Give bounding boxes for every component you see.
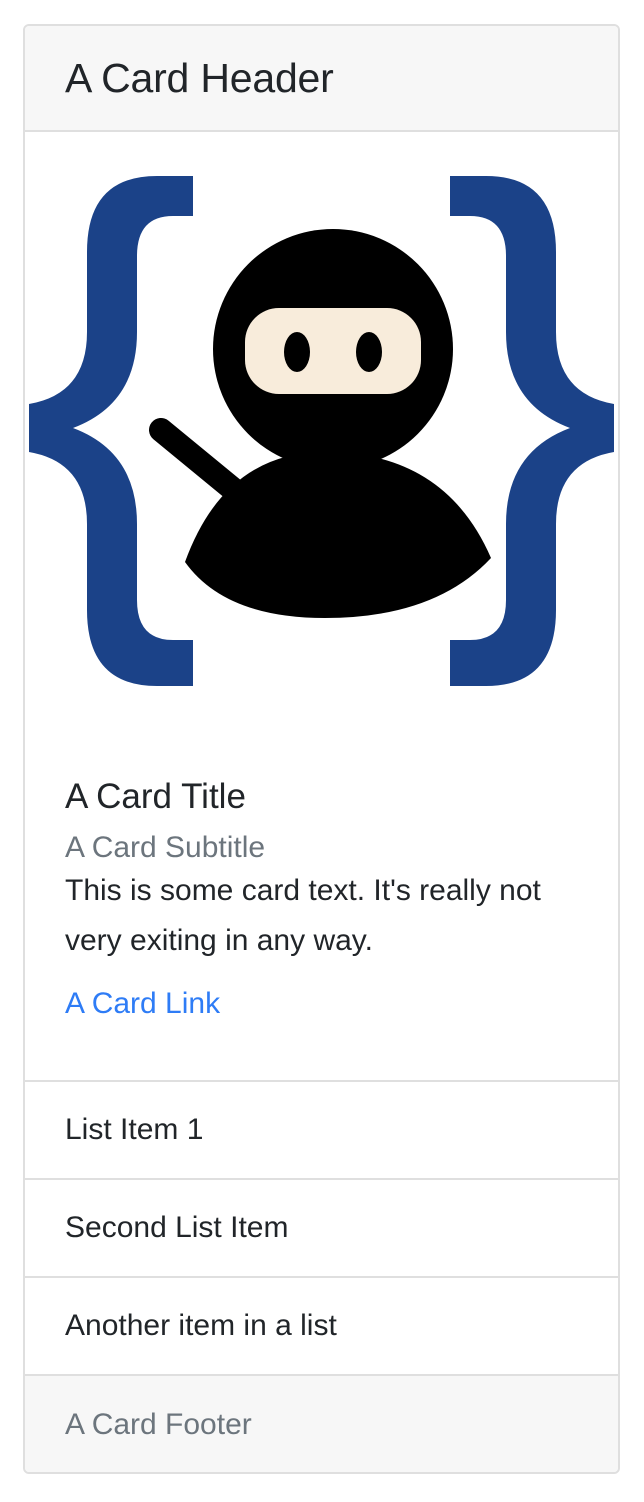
card-header-title: A Card Header	[65, 54, 334, 101]
card-image	[25, 132, 618, 730]
card-header: A Card Header	[25, 26, 618, 132]
card-subtitle: A Card Subtitle	[65, 831, 266, 864]
ninja-logo-icon	[29, 176, 614, 686]
card-link[interactable]: A Card Link	[65, 984, 220, 1024]
ninja-left-eye-icon	[284, 332, 310, 372]
right-brace-icon	[450, 176, 614, 686]
card-text: This is some card text. It's really not …	[65, 874, 541, 957]
ninja-face-icon	[245, 308, 421, 394]
card-title: A Card Title	[65, 777, 246, 816]
list-item: Another item in a list	[25, 1278, 618, 1376]
card-footer: A Card Footer	[25, 1376, 618, 1472]
list-item: List Item 1	[25, 1082, 618, 1180]
list-item: Second List Item	[25, 1180, 618, 1278]
ninja-right-eye-icon	[356, 332, 382, 372]
card: A Card Header A Card Title A Card Subtit…	[23, 24, 620, 1474]
card-body: A Card Title A Card Subtitle This is som…	[25, 730, 618, 1082]
card-list-group: List Item 1 Second List Item Another ite…	[25, 1082, 618, 1376]
